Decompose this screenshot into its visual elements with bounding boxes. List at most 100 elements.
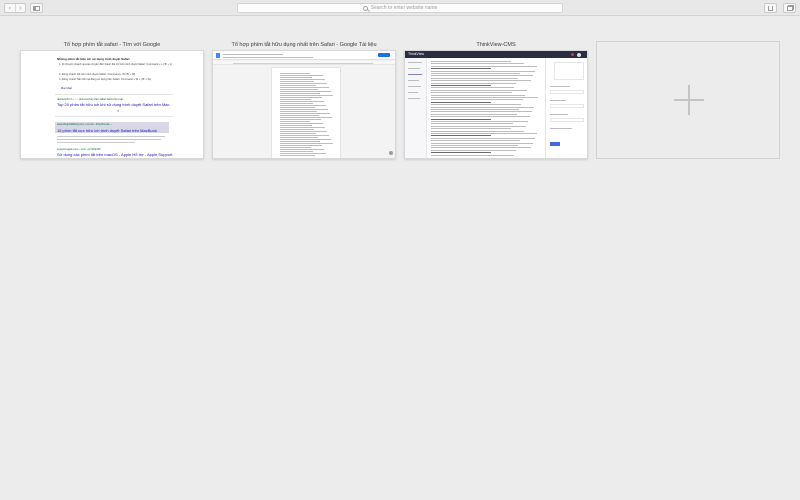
- cms-header: ThinkView: [405, 51, 587, 58]
- share-button: [378, 53, 390, 57]
- toolbar: ‹ › Search or enter website name: [0, 0, 800, 16]
- cms-text-line: [431, 145, 518, 146]
- doc-text-line: [280, 103, 313, 104]
- result-source: taimienphi.vn › ... › phim-tat-hay-tren-…: [57, 98, 124, 101]
- snippet-item: 3. Đóng nhanh Tab hiện tại đang sử dụng …: [59, 78, 151, 81]
- more-link[interactable]: Mục khác: [61, 87, 72, 90]
- doc-text-line: [280, 77, 312, 78]
- doc-text-line: [280, 115, 319, 116]
- cms-sidebar: [405, 58, 427, 158]
- doc-text-line: [280, 147, 311, 148]
- doc-text-line: [280, 99, 311, 100]
- doc-text-line: [280, 155, 315, 156]
- cms-text-line: [431, 99, 523, 101]
- cms-text-line: [431, 77, 518, 79]
- cms-text-line: [431, 73, 520, 74]
- new-tab-card[interactable]: [596, 41, 780, 159]
- cms-text-line: [431, 85, 491, 86]
- snippet-item: 2. Đóng nhanh tab trên trình duyệt Safar…: [59, 73, 136, 76]
- cms-text-line: [431, 152, 491, 154]
- doc-text-line: [280, 139, 331, 140]
- explore-icon: [389, 151, 393, 155]
- doc-text-line: [280, 129, 314, 130]
- cms-settings-panel: [545, 58, 587, 158]
- snippet-item: 1. Di chuyển nhanh qua lại chuyển đến th…: [59, 63, 173, 66]
- cms-text-line: [431, 133, 537, 134]
- cms-text-line: [431, 109, 519, 110]
- docs-icon: [216, 53, 220, 58]
- doc-text-line: [280, 133, 316, 134]
- cms-text-line: [431, 106, 534, 108]
- result-link[interactable]: Top 20 phím tắt hữu ích khi sử dụng trìn…: [57, 102, 170, 107]
- doc-text-line: [280, 137, 318, 138]
- cms-text-line: [431, 82, 516, 84]
- doc-text-line: [280, 131, 327, 132]
- doc-text-line: [280, 89, 318, 90]
- doc-text-line: [280, 143, 333, 144]
- tab-card-google[interactable]: Tổ hợp phím tắt safari - Tìm với Google …: [20, 41, 204, 159]
- cms-text-line: [431, 75, 533, 77]
- tab-overview-button[interactable]: [783, 3, 796, 13]
- cms-text-line: [431, 94, 525, 96]
- result-link[interactable]: Sử dụng các phím tắt trên macOS - Apple …: [57, 152, 172, 157]
- snippet-heading: Những phím tắt hữu ích sử dụng trình duy…: [57, 57, 130, 61]
- cms-text-line: [431, 68, 491, 70]
- doc-text-line: [280, 121, 310, 122]
- back-forward-group: ‹ ›: [4, 3, 26, 13]
- cms-text-line: [431, 104, 521, 106]
- cms-text-line: [431, 149, 516, 151]
- doc-text-line: [280, 111, 317, 112]
- share-icon: [768, 5, 773, 11]
- cms-text-line: [431, 63, 524, 65]
- tab-title: Tổ hợp phím tắt safari - Tìm với Google: [63, 42, 161, 48]
- doc-text-line: [280, 135, 329, 136]
- result-link[interactable]: 15 phím tắt cực hữu ích trình duyệt Safa…: [57, 128, 157, 133]
- sidebar-icon: [33, 5, 40, 11]
- cms-text-line: [431, 61, 511, 62]
- doc-text-line: [280, 117, 332, 118]
- cms-editor-content: [431, 61, 541, 158]
- tab-thumbnail: Những phím tắt hữu ích sử dụng trình duy…: [20, 50, 204, 159]
- share-button[interactable]: [764, 3, 777, 13]
- doc-text-line: [280, 95, 333, 96]
- chevron-left-icon[interactable]: ‹: [5, 4, 15, 12]
- doc-text-line: [280, 125, 312, 126]
- chevron-right-icon[interactable]: ›: [14, 4, 26, 12]
- address-placeholder: Search or enter website name: [370, 5, 438, 11]
- cms-text-line: [431, 123, 513, 125]
- doc-text-line: [280, 123, 323, 124]
- doc-text-line: [280, 107, 315, 108]
- doc-text-line: [280, 119, 321, 120]
- doc-text-line: [280, 87, 329, 88]
- cms-text-line: [431, 113, 517, 115]
- cms-text-line: [431, 147, 531, 149]
- doc-text-line: [280, 105, 326, 106]
- doc-text-line: [280, 109, 328, 110]
- cms-text-line: [431, 135, 491, 137]
- result-source: www.thegioididong.com › tin-tuc › 15-phi…: [57, 123, 113, 126]
- doc-text-line: [280, 81, 314, 82]
- cms-text-line: [431, 89, 527, 91]
- doc-text-line: [280, 75, 323, 76]
- doc-page: [271, 67, 341, 158]
- feedback-text: ⚑ ···: [117, 110, 123, 113]
- cms-text-line: [431, 87, 514, 89]
- cms-text-line: [431, 116, 530, 118]
- doc-text-line: [280, 127, 325, 128]
- cms-text-line: [431, 111, 532, 113]
- tab-card-thinkview-cms[interactable]: ThinkView-CMS ThinkView: [404, 41, 588, 159]
- tab-card-google-docs[interactable]: Tổ hợp phím tắt hữu dụng nhất trên Safar…: [212, 41, 396, 159]
- cms-text-line: [431, 125, 526, 127]
- doc-text-line: [280, 145, 322, 146]
- tab-title: ThinkView-CMS: [476, 42, 516, 48]
- doc-text-line: [280, 83, 327, 84]
- doc-text-line: [280, 91, 331, 92]
- search-icon: [362, 5, 368, 11]
- notification-icon: [571, 53, 574, 56]
- address-bar[interactable]: Search or enter website name: [237, 3, 563, 13]
- cms-text-line: [431, 70, 535, 72]
- doc-text-line: [280, 141, 320, 142]
- doc-text-line: [280, 85, 316, 86]
- avatar: [577, 52, 581, 57]
- sidebar-button[interactable]: [30, 3, 43, 13]
